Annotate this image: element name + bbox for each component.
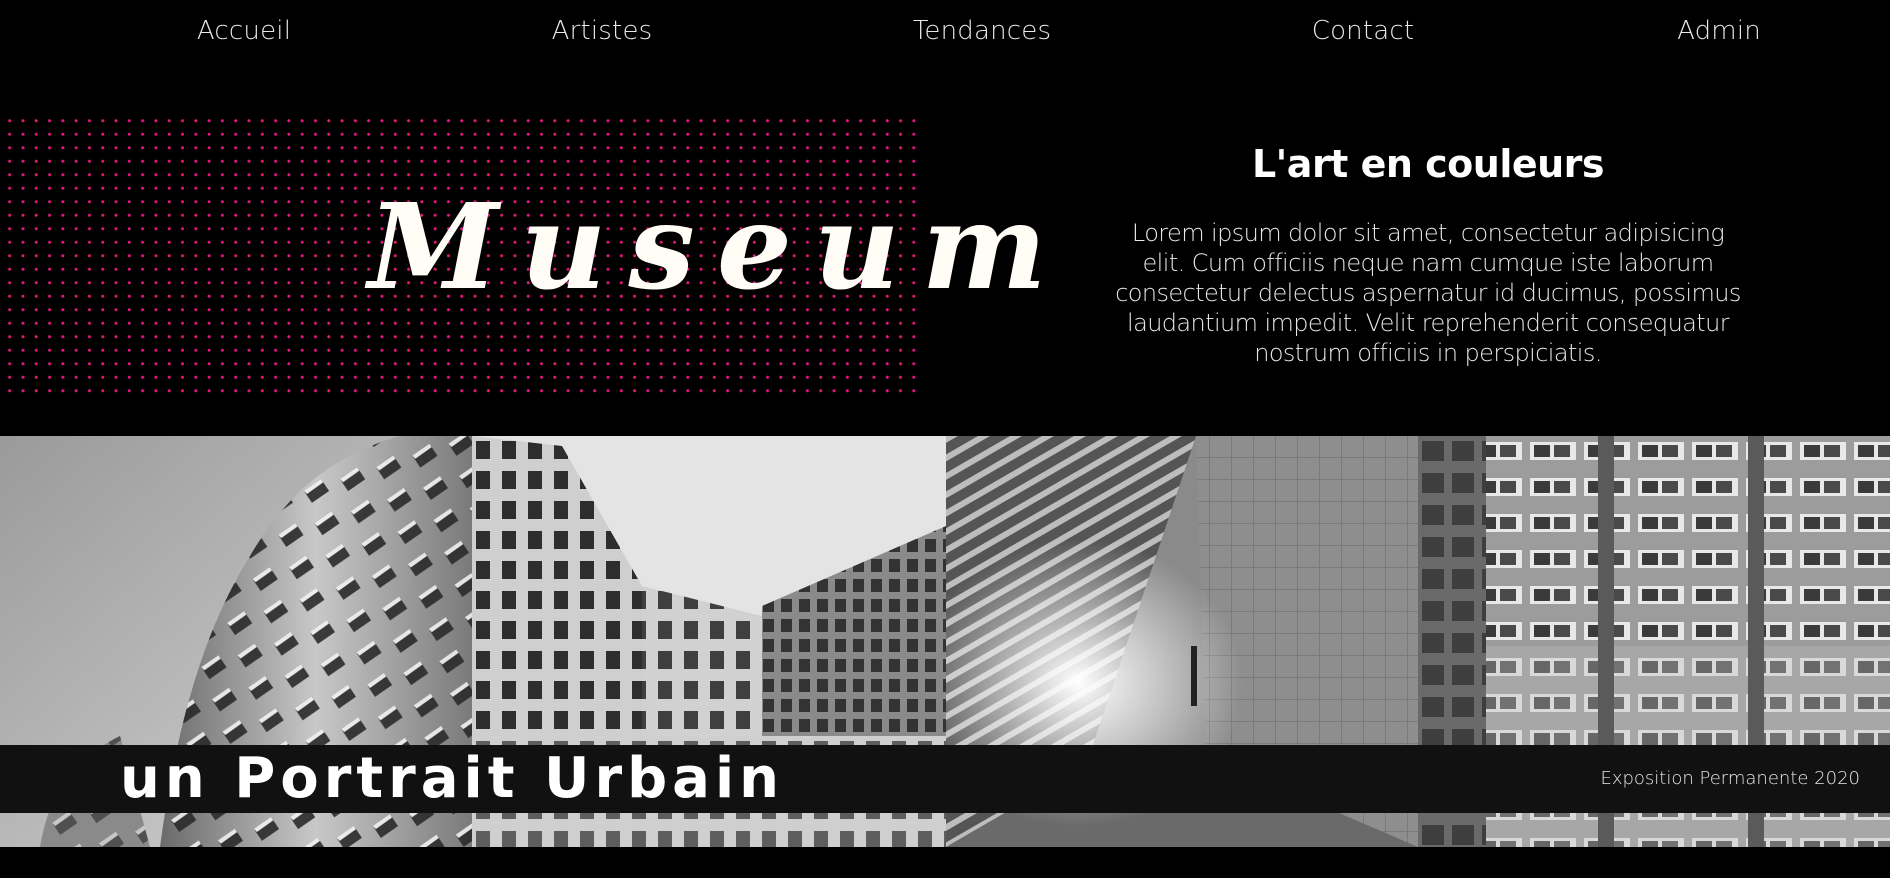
nav-link-accueil[interactable]: Accueil [197,16,291,46]
banner-subtitle: Exposition Permanente 2020 [1600,768,1860,789]
nav-link-artistes[interactable]: Artistes [552,16,653,46]
banner-title: un Portrait Urbain [120,746,785,811]
main-nav: Accueil Artistes Tendances Contact Admin [0,0,1890,66]
nav-link-contact[interactable]: Contact [1312,16,1415,46]
nav-link-admin[interactable]: Admin [1677,16,1761,46]
hero-title: L'art en couleurs [1251,142,1605,186]
hero-description: Lorem ipsum dolor sit amet, consectetur … [1115,219,1741,367]
museum-logo: Museum [368,177,1069,316]
nav-link-tendances[interactable]: Tendances [913,16,1052,46]
exhibition-banner: un Portrait Urbain Exposition Permanente… [0,745,1890,813]
